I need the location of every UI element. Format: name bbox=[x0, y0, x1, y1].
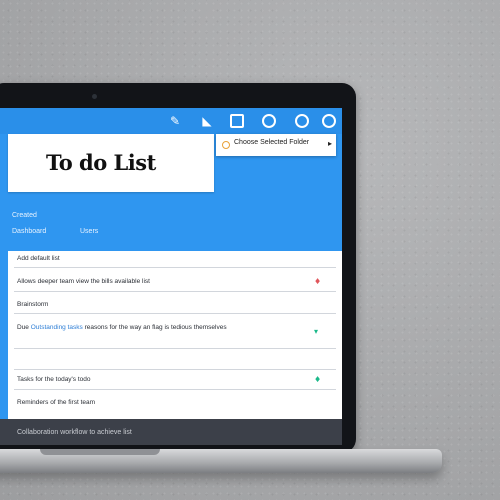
flag-icon[interactable]: ♦ bbox=[314, 375, 321, 384]
flag-icon[interactable]: ♦ bbox=[314, 277, 321, 286]
window-icon[interactable] bbox=[230, 114, 244, 128]
meta-label-created: Created bbox=[12, 212, 37, 219]
dropdown-label: Choose Selected Folder bbox=[234, 139, 310, 146]
list-item-rest: reasons for the way an flag is tedious t… bbox=[84, 324, 227, 331]
list-item[interactable]: Allows deeper team view the bills availa… bbox=[17, 278, 150, 285]
meta-label-dashboard[interactable]: Dashboard bbox=[12, 228, 46, 235]
list-item[interactable]: Tasks for the today's todo bbox=[17, 376, 91, 383]
pencil-icon[interactable]: ✎ bbox=[168, 114, 182, 128]
page-title: To do List bbox=[46, 150, 156, 175]
footer-text: Collaboration workflow to achieve list bbox=[17, 429, 132, 436]
list-item[interactable]: Reminders of the first team bbox=[17, 399, 95, 406]
divider bbox=[14, 267, 336, 268]
list-item[interactable]: Due Outstanding tasks reasons for the wa… bbox=[17, 324, 227, 331]
meta-label-users[interactable]: Users bbox=[80, 228, 98, 235]
circle-icon[interactable] bbox=[295, 114, 309, 128]
tag-icon[interactable]: ◣ bbox=[200, 114, 214, 128]
folder-dropdown[interactable]: Choose Selected Folder ▸ bbox=[216, 134, 336, 156]
chevron-right-icon: ▸ bbox=[327, 139, 332, 148]
radio-icon bbox=[222, 141, 230, 149]
divider bbox=[14, 348, 336, 349]
list-item[interactable]: Brainstorm bbox=[17, 301, 48, 308]
divider bbox=[14, 291, 336, 292]
circle-icon[interactable] bbox=[262, 114, 276, 128]
status-icon[interactable]: ▾ bbox=[314, 327, 318, 336]
footer-bar: Collaboration workflow to achieve list bbox=[0, 419, 342, 445]
list-item-link[interactable]: Outstanding tasks bbox=[31, 324, 83, 331]
title-card: To do List bbox=[8, 134, 214, 192]
webcam bbox=[92, 94, 97, 99]
todo-list: Add default list Allows deeper team view… bbox=[8, 251, 342, 421]
laptop-mockup: ✎ ◣ To do List Choose Selected Folder ▸ … bbox=[0, 0, 500, 500]
list-item[interactable]: Add default list bbox=[17, 255, 60, 262]
divider bbox=[14, 369, 336, 370]
list-item-prefix: Due bbox=[17, 324, 29, 331]
divider bbox=[14, 313, 336, 314]
top-toolbar: ✎ ◣ bbox=[0, 108, 342, 134]
app-screen: ✎ ◣ To do List Choose Selected Folder ▸ … bbox=[0, 108, 342, 445]
info-icon[interactable] bbox=[322, 114, 336, 128]
divider bbox=[14, 389, 336, 390]
laptop-notch bbox=[40, 449, 160, 455]
